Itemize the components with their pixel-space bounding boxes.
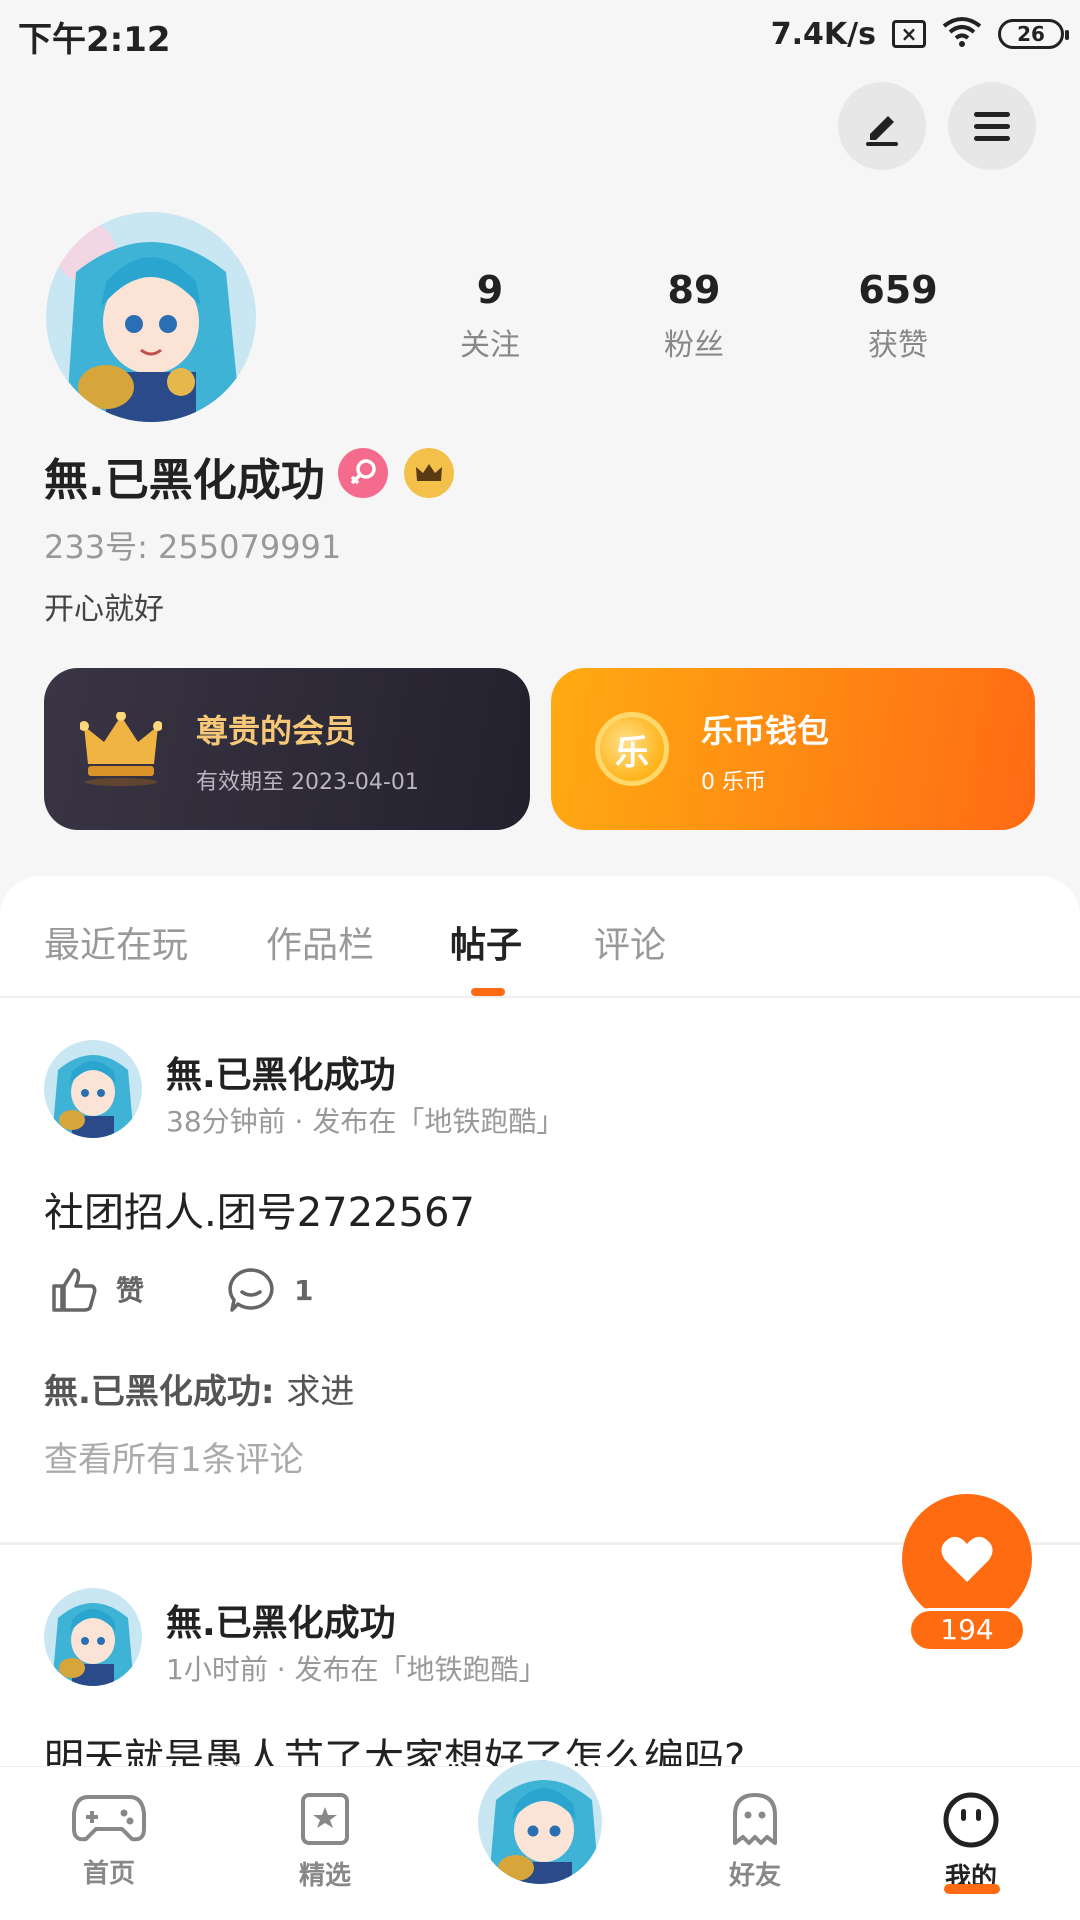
female-icon bbox=[338, 448, 388, 498]
heart-icon bbox=[941, 1536, 993, 1582]
nav-center-avatar[interactable] bbox=[474, 1756, 606, 1888]
tab-works[interactable]: 作品栏 bbox=[266, 916, 374, 968]
hamburger-menu-icon bbox=[974, 112, 1010, 141]
nav-featured[interactable]: 精选 bbox=[270, 1791, 380, 1892]
wifi-icon bbox=[942, 16, 982, 52]
vip-card-expiry: 有效期至 2023-04-01 bbox=[196, 770, 419, 795]
vip-membership-card[interactable]: 尊贵的会员 有效期至 2023-04-01 bbox=[44, 668, 530, 830]
tab-posts[interactable]: 帖子 bbox=[450, 916, 522, 968]
nav-featured-label: 精选 bbox=[298, 1861, 351, 1891]
floating-like-button[interactable] bbox=[902, 1494, 1032, 1624]
followers-stat[interactable]: 89 粉丝 bbox=[614, 268, 774, 364]
view-all-comments-link[interactable]: 查看所有1条评论 bbox=[44, 1432, 304, 1481]
profile-tabs: 最近在玩 作品栏 帖子 评论 bbox=[0, 876, 1080, 998]
likes-label: 获赞 bbox=[868, 328, 928, 363]
vip-card-title: 尊贵的会员 bbox=[196, 712, 357, 750]
likes-count: 659 bbox=[858, 268, 938, 312]
network-speed: 7.4K/s bbox=[770, 16, 876, 52]
user-id: 233号: 255079991 bbox=[44, 528, 342, 566]
coin-icon: 乐 bbox=[595, 712, 669, 786]
ghost-icon bbox=[733, 1793, 777, 1845]
nav-friends-label: 好友 bbox=[728, 1861, 781, 1891]
comment-bubble-icon bbox=[228, 1268, 274, 1312]
comment-button[interactable]: 1 bbox=[226, 1266, 313, 1314]
following-label: 关注 bbox=[460, 328, 520, 363]
comment-author: 無.已黑化成功: bbox=[44, 1372, 287, 1412]
profile-username: 無.已黑化成功 bbox=[44, 455, 325, 506]
edit-profile-button[interactable] bbox=[838, 82, 926, 170]
following-count: 9 bbox=[476, 268, 504, 312]
gold-crown-icon bbox=[80, 712, 162, 786]
comment-text: 求进 bbox=[286, 1372, 355, 1412]
status-time: 下午2:12 bbox=[18, 20, 171, 60]
star-card-icon bbox=[301, 1793, 349, 1845]
vip-crown-badge-icon bbox=[404, 448, 454, 498]
active-tab-indicator bbox=[471, 988, 505, 996]
gamepad-icon bbox=[72, 1795, 146, 1842]
nav-friends[interactable]: 好友 bbox=[700, 1791, 810, 1892]
like-label: 赞 bbox=[116, 1274, 145, 1307]
tab-recently-played[interactable]: 最近在玩 bbox=[44, 916, 188, 968]
likes-stat[interactable]: 659 获赞 bbox=[818, 268, 978, 364]
pencil-icon bbox=[866, 116, 898, 146]
status-bar: 下午2:12 7.4K/s × 26 bbox=[0, 0, 1080, 66]
post-meta: 38分钟前 · 发布在「地铁跑酷」 bbox=[166, 1105, 565, 1138]
followers-count: 89 bbox=[667, 268, 721, 312]
following-stat[interactable]: 9 关注 bbox=[410, 268, 570, 364]
menu-button[interactable] bbox=[948, 82, 1036, 170]
post-meta: 1小时前 · 发布在「地铁跑酷」 bbox=[166, 1653, 547, 1686]
nav-home[interactable]: 首页 bbox=[54, 1791, 164, 1890]
comment-preview[interactable]: 無.已黑化成功: 求进 bbox=[44, 1364, 354, 1413]
active-nav-indicator bbox=[944, 1884, 1000, 1894]
post-author-name[interactable]: 無.已黑化成功 bbox=[166, 1594, 396, 1646]
profile-avatar[interactable] bbox=[46, 212, 256, 422]
wallet-card[interactable]: 乐 乐币钱包 0 乐币 bbox=[551, 668, 1035, 830]
post-author-name[interactable]: 無.已黑化成功 bbox=[166, 1046, 396, 1098]
wallet-balance: 0 乐币 bbox=[701, 770, 766, 795]
post-author-avatar[interactable] bbox=[44, 1588, 142, 1686]
wallet-card-title: 乐币钱包 bbox=[701, 712, 830, 750]
floating-like-count: 194 bbox=[908, 1608, 1026, 1652]
tab-comments[interactable]: 评论 bbox=[594, 916, 666, 968]
sim-off-icon: × bbox=[892, 20, 926, 48]
post-author-avatar[interactable] bbox=[44, 1040, 142, 1138]
profile-bio: 开心就好 bbox=[44, 592, 164, 627]
comment-count: 1 bbox=[294, 1273, 314, 1307]
nav-home-label: 首页 bbox=[82, 1859, 135, 1889]
thumbs-up-icon bbox=[52, 1268, 97, 1312]
status-icons: 7.4K/s × 26 bbox=[770, 12, 1069, 56]
followers-label: 粉丝 bbox=[664, 328, 724, 363]
battery-icon: 26 bbox=[998, 19, 1069, 49]
smiley-face-icon bbox=[943, 1792, 999, 1848]
post-text[interactable]: 社团招人.团号2722567 bbox=[44, 1180, 475, 1238]
like-button[interactable]: 赞 bbox=[50, 1266, 144, 1312]
nav-mine[interactable]: 我的 bbox=[916, 1791, 1026, 1894]
